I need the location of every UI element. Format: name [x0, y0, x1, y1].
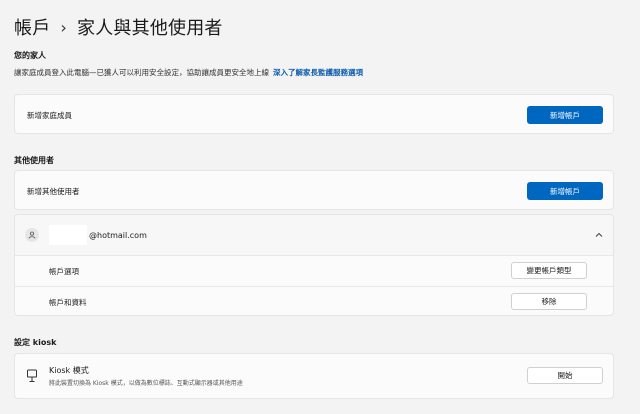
family-description: 讓家庭成員登入此電腦—已獲人可以利用安全設定，協助讓成員更安全地上線 深入了解家長…	[14, 67, 363, 78]
family-safety-link[interactable]: 深入了解家長監護服務選項	[273, 68, 363, 77]
add-other-user-button[interactable]: 新增帳戶	[527, 182, 603, 200]
kiosk-start-button[interactable]: 開始	[527, 367, 603, 384]
kiosk-item-title: Kiosk 模式	[49, 366, 89, 375]
redacted-username	[49, 225, 87, 245]
user-email: @hotmail.com	[89, 230, 147, 240]
remove-account-button[interactable]: 移除	[511, 293, 587, 310]
kiosk-card: Kiosk 模式 將此裝置切換為 Kiosk 模式，以做為數位標誌、互動式顯示器…	[14, 353, 614, 399]
family-section-title: 您的家人	[14, 51, 46, 60]
other-users-section-title: 其他使用者	[14, 156, 54, 165]
user-icon	[28, 231, 36, 239]
chevron-up-icon[interactable]	[595, 231, 603, 239]
page-title: 家人與其他使用者	[77, 18, 223, 39]
kiosk-section-title: 設定 kiosk	[14, 338, 57, 347]
kiosk-icon	[27, 369, 37, 382]
add-other-user-row: 新增其他使用者	[15, 171, 613, 211]
account-data-label: 帳戶和資料	[49, 297, 87, 307]
breadcrumb: 帳戶 › 家人與其他使用者	[14, 14, 223, 40]
add-family-label: 新增家庭成員	[27, 110, 72, 120]
user-account-card: @hotmail.com 帳戶選項 變更帳戶類型 帳戶和資料 移除	[14, 214, 614, 316]
breadcrumb-parent[interactable]: 帳戶	[14, 14, 50, 40]
add-family-row: 新增家庭成員	[15, 95, 613, 135]
add-family-card: 新增家庭成員 新增帳戶	[14, 94, 614, 134]
account-options-label: 帳戶選項	[49, 266, 79, 276]
add-other-user-card: 新增其他使用者 新增帳戶	[14, 170, 614, 210]
family-description-text: 讓家庭成員登入此電腦—已獲人可以利用安全設定，協助讓成員更安全地上線	[14, 68, 269, 77]
user-account-header[interactable]: @hotmail.com	[15, 215, 613, 255]
kiosk-item-description: 將此裝置切換為 Kiosk 模式，以做為數位標誌、互動式顯示器或其他用途	[49, 380, 243, 387]
add-other-user-label: 新增其他使用者	[27, 186, 80, 196]
add-family-button[interactable]: 新增帳戶	[527, 106, 603, 124]
avatar	[25, 228, 39, 242]
change-account-type-button[interactable]: 變更帳戶類型	[511, 262, 587, 279]
breadcrumb-separator: ›	[60, 17, 68, 37]
